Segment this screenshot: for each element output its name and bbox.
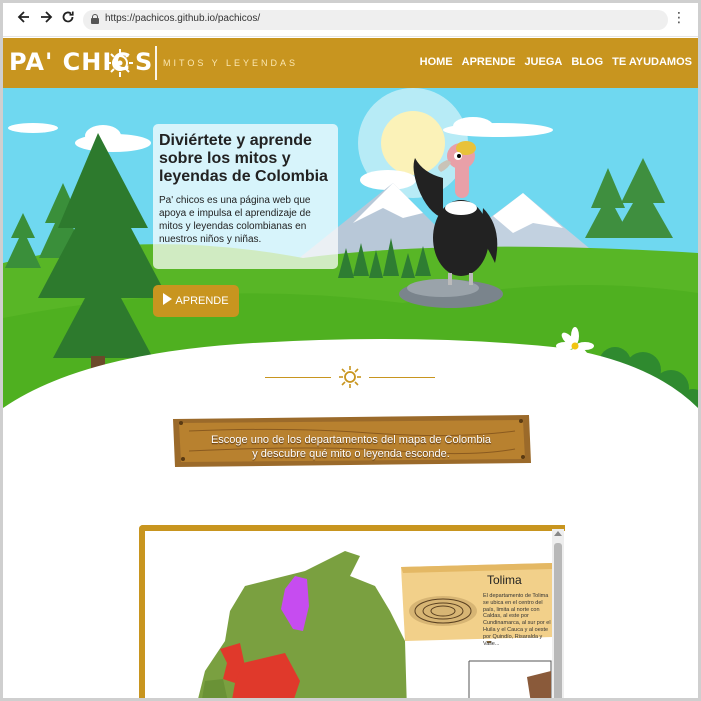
reload-icon bbox=[62, 11, 74, 23]
scroll-up-icon[interactable] bbox=[554, 531, 562, 536]
ornament-line-right bbox=[369, 377, 435, 378]
logo-letter-s: S bbox=[135, 48, 154, 76]
browser-toolbar: https://pachicos.github.io/pachicos/ ⋮ bbox=[3, 3, 698, 37]
map-scrollbar[interactable] bbox=[552, 529, 564, 698]
lock-icon bbox=[91, 14, 99, 24]
url-text: https://pachicos.github.io/pachicos/ bbox=[105, 13, 261, 24]
logo-tagline: MITOS Y LEYENDAS bbox=[163, 58, 299, 68]
nav-blog[interactable]: BLOG bbox=[571, 56, 603, 68]
arrow-left-icon bbox=[17, 11, 29, 23]
nav-aprende[interactable]: APRENDE bbox=[462, 56, 516, 68]
section-ornament bbox=[265, 365, 435, 389]
play-icon bbox=[163, 293, 173, 305]
ornament-line-left bbox=[265, 377, 331, 378]
logo-divider bbox=[155, 46, 157, 80]
reload-button[interactable] bbox=[59, 10, 77, 28]
kebab-menu-icon: ⋮ bbox=[672, 10, 686, 26]
forward-button[interactable] bbox=[37, 10, 55, 28]
map-connector-frame bbox=[468, 660, 552, 698]
aprende-button-label: APRENDE bbox=[175, 295, 229, 307]
main-nav: HOME APRENDE JUEGA BLOG TE AYUDAMOS bbox=[420, 56, 692, 68]
browser-window: https://pachicos.github.io/pachicos/ ⋮ P… bbox=[0, 0, 701, 701]
nav-home[interactable]: HOME bbox=[420, 56, 453, 68]
sign-line-1: Escoge uno de los departamentos del mapa… bbox=[210, 434, 492, 446]
wooden-sign: Escoge uno de los departamentos del mapa… bbox=[169, 413, 533, 469]
hero-title: Diviértete y aprende sobre los mitos y l… bbox=[159, 132, 328, 185]
sign-line-2: y descubre qué mito o leyenda esconde. bbox=[252, 448, 450, 460]
site-header: PA' CHIC S MITOS Y LEYENDAS HOME APRENDE… bbox=[3, 38, 698, 88]
nav-juega[interactable]: JUEGA bbox=[524, 56, 562, 68]
sun-ornament-icon bbox=[339, 366, 361, 388]
hero-description: Pa' chicos es una página web que apoya e… bbox=[159, 195, 311, 245]
browser-menu-button[interactable]: ⋮ bbox=[672, 10, 686, 26]
scrollbar-thumb[interactable] bbox=[554, 543, 562, 698]
department-description: El departamento de Tolima se ubica en el… bbox=[483, 593, 551, 647]
sun-emblem-icon bbox=[107, 49, 133, 77]
address-bar[interactable]: https://pachicos.github.io/pachicos/ bbox=[83, 10, 668, 30]
back-button[interactable] bbox=[15, 10, 33, 28]
nav-te-ayudamos[interactable]: TE AYUDAMOS bbox=[612, 56, 692, 68]
hero-info-card: Diviértete y aprende sobre los mitos y l… bbox=[153, 124, 338, 269]
sign-text: Escoge uno de los departamentos del mapa… bbox=[169, 433, 533, 461]
department-title: Tolima bbox=[487, 573, 522, 587]
arrow-right-icon bbox=[41, 11, 53, 23]
aprende-button[interactable]: APRENDE bbox=[153, 285, 239, 317]
